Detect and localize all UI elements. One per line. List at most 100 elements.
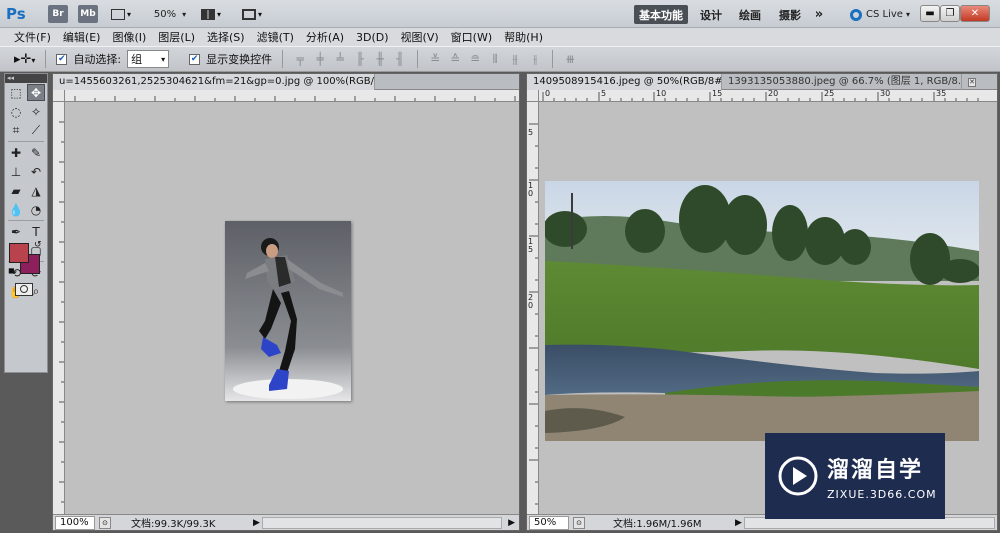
horizontal-ruler[interactable] — [65, 90, 519, 102]
application-bar: Ps Br Mb ▾ 50% ▾ ▾ ▾ 基本功能 设计 绘画 摄影 » CS L… — [0, 0, 1000, 28]
distribute-left-icon[interactable]: ⫴ — [488, 52, 502, 66]
align-hcenter-icon[interactable]: ╫ — [373, 52, 387, 66]
menu-edit[interactable]: 编辑(E) — [57, 29, 107, 45]
menu-view[interactable]: 视图(V) — [395, 29, 445, 45]
swap-colors-icon[interactable]: ↺ — [34, 240, 42, 250]
lasso-tool-icon[interactable]: ◌ — [7, 103, 25, 120]
watermark-subtitle: ZIXUE.3D66.COM — [827, 487, 937, 501]
auto-select-checkbox[interactable]: ✔ — [56, 53, 68, 65]
more-workspaces-button[interactable]: » — [810, 5, 828, 24]
close-button[interactable]: ✕ — [960, 5, 990, 22]
show-transform-checkbox[interactable]: ✔ — [189, 53, 201, 65]
align-bottom-icon[interactable]: ╧ — [333, 52, 347, 66]
document-tab[interactable]: 1409508915416.jpeg @ 50%(RGB/8#) * ✕ — [527, 74, 722, 90]
document-canvas[interactable] — [65, 102, 519, 514]
zoom-level-dropdown[interactable]: 50% ▾ — [150, 5, 190, 23]
horizontal-ruler[interactable]: 0 5 10 15 20 25 30 35 — [539, 90, 997, 102]
document-tabs: 1409508915416.jpeg @ 50%(RGB/8#) * ✕ 139… — [527, 74, 997, 90]
align-right-icon[interactable]: ╢ — [393, 52, 407, 66]
menu-file[interactable]: 文件(F) — [8, 29, 57, 45]
close-icon: ✕ — [970, 8, 980, 19]
separator — [282, 50, 284, 68]
brush-tool-icon[interactable]: ✎ — [27, 144, 45, 161]
workspace-photography[interactable]: 摄影 — [775, 5, 805, 24]
status-menu-arrow-icon[interactable]: ▶ — [735, 518, 742, 528]
zoom-field[interactable]: 100% — [55, 515, 95, 530]
zoom-field[interactable]: 50% — [529, 515, 569, 530]
menu-filter[interactable]: 滤镜(T) — [251, 29, 300, 45]
scroll-right-arrow-icon[interactable]: ▶ — [508, 518, 515, 528]
show-transform-label: 显示变换控件 — [206, 53, 273, 66]
view-extras-button[interactable]: ▾ — [108, 5, 134, 23]
menu-image[interactable]: 图像(I) — [106, 29, 152, 45]
restore-button[interactable]: ❐ — [940, 5, 960, 22]
menu-3d[interactable]: 3D(D) — [350, 31, 395, 44]
foreground-color-swatch[interactable] — [9, 243, 29, 263]
align-top-icon[interactable]: ╤ — [293, 52, 307, 66]
status-info-icon[interactable]: ⊙ — [99, 516, 111, 529]
menu-help[interactable]: 帮助(H) — [498, 29, 549, 45]
arrange-documents-button[interactable]: ▾ — [198, 5, 224, 23]
minimize-button[interactable]: ▬ — [920, 5, 940, 22]
magic-wand-tool-icon[interactable]: ✧ — [27, 103, 45, 120]
status-info-icon[interactable]: ⊙ — [573, 516, 585, 529]
crop-tool-icon[interactable]: ⌗ — [7, 122, 25, 139]
document-tab[interactable]: u=1455603261,2525304621&fm=21&gp=0.jpg @… — [53, 74, 375, 90]
distribute-bottom-icon[interactable]: ≘ — [468, 52, 482, 66]
tools-panel: ◂◂ ⬚✥ ◌✧ ⌗⟋ ✚✎ ⊥↶ ▰◮ 💧◔ ✒T ➤▢ ⟲⟳ ✋⌕ — [4, 73, 48, 373]
align-left-icon[interactable]: ╟ — [353, 52, 367, 66]
healing-brush-tool-icon[interactable]: ✚ — [7, 144, 25, 161]
paint-bucket-tool-icon[interactable]: ◮ — [27, 182, 45, 199]
auto-select-dropdown[interactable]: 组 ▾ — [127, 50, 170, 68]
ruler-origin[interactable] — [527, 90, 539, 102]
move-tool-preset-icon[interactable]: ▸✛▾ — [14, 52, 35, 67]
marquee-tool-icon[interactable]: ⬚ — [7, 84, 25, 101]
separator — [45, 50, 47, 68]
menu-select[interactable]: 选择(S) — [201, 29, 251, 45]
ruler-origin[interactable] — [53, 90, 65, 102]
separator — [552, 50, 554, 68]
default-colors-icon[interactable]: ◼ — [8, 266, 15, 275]
horizontal-scrollbar[interactable] — [261, 516, 503, 529]
vertical-ruler[interactable]: 5 1 0 1 5 2 0 — [527, 102, 539, 514]
blur-tool-icon[interactable]: 💧 — [7, 201, 25, 218]
quick-mask-button[interactable] — [15, 283, 33, 296]
eyedropper-tool-icon[interactable]: ⟋ — [27, 122, 45, 139]
workspace-essentials[interactable]: 基本功能 — [634, 5, 688, 24]
type-tool-icon[interactable]: T — [27, 223, 45, 240]
separator — [8, 141, 44, 142]
view-extras-icon — [110, 8, 125, 20]
status-menu-arrow-icon[interactable]: ▶ — [253, 518, 260, 528]
tab-close-2[interactable]: ✕ — [962, 74, 982, 90]
dodge-tool-icon[interactable]: ◔ — [27, 201, 45, 218]
workspace-design[interactable]: 设计 — [696, 5, 726, 24]
screen-mode-button[interactable]: ▾ — [238, 5, 266, 23]
distribute-vcenter-icon[interactable]: ≙ — [448, 52, 462, 66]
vertical-ruler[interactable] — [53, 102, 65, 514]
play-logo-icon — [778, 456, 818, 496]
document-tab-2[interactable]: 1393135053880.jpeg @ 66.7% (图层 1, RGB/8.… — [722, 74, 962, 90]
align-vcenter-icon[interactable]: ╪ — [313, 52, 327, 66]
distribute-top-icon[interactable]: ≚ — [428, 52, 442, 66]
clone-stamp-tool-icon[interactable]: ⊥ — [7, 163, 25, 180]
menu-layer[interactable]: 图层(L) — [152, 29, 201, 45]
close-tab-icon[interactable]: ✕ — [968, 77, 976, 87]
move-tool-icon[interactable]: ✥ — [27, 84, 45, 101]
auto-align-icon[interactable]: ⧻ — [563, 52, 577, 66]
pen-tool-icon[interactable]: ✒ — [7, 223, 25, 240]
document-size: 文档:1.96M/1.96M — [613, 519, 702, 530]
distribute-hcenter-icon[interactable]: ⫵ — [508, 52, 522, 66]
workspace-painting[interactable]: 绘画 — [735, 5, 765, 24]
tools-panel-header[interactable]: ◂◂ — [5, 74, 47, 83]
eraser-tool-icon[interactable]: ▰ — [7, 182, 25, 199]
menu-analysis[interactable]: 分析(A) — [300, 29, 350, 45]
document-window-left: u=1455603261,2525304621&fm=21&gp=0.jpg @… — [52, 73, 520, 531]
bridge-button[interactable]: Br — [48, 5, 68, 23]
history-brush-tool-icon[interactable]: ↶ — [27, 163, 45, 180]
distribute-right-icon[interactable]: ⫲ — [528, 52, 542, 66]
menu-window[interactable]: 窗口(W) — [445, 29, 498, 45]
screen-mode-icon — [241, 8, 256, 20]
mini-bridge-button[interactable]: Mb — [78, 5, 98, 23]
minimize-icon: ▬ — [925, 8, 935, 19]
cs-live-button[interactable]: CS Live ▾ — [848, 5, 912, 24]
